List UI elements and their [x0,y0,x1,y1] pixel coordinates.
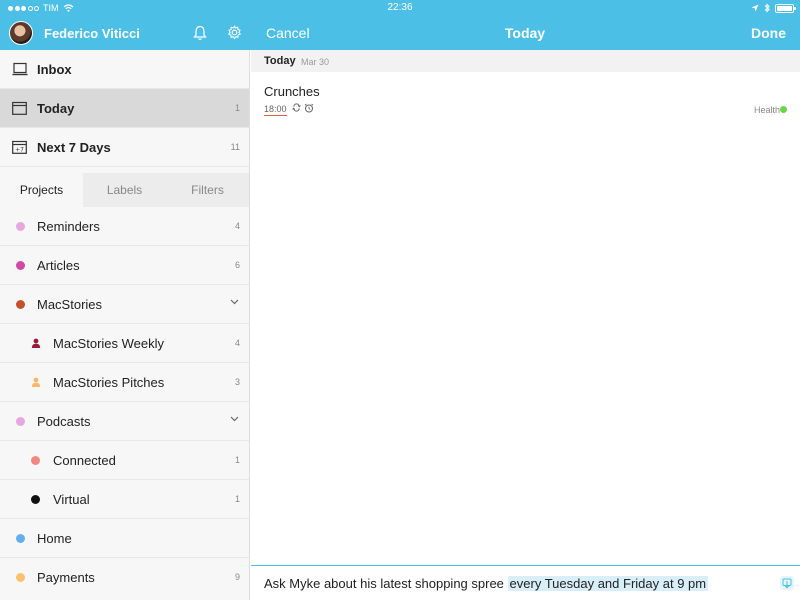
person-icon [31,338,41,348]
sidebar-item-label: Today [37,101,75,116]
main-pane: Today Mar 30 Crunches 18:00 Health Ask M… [251,50,800,600]
sidebar-header: Federico Viticci [0,16,250,50]
project-item-payments[interactable]: Payments 9 [0,558,249,597]
project-color-dot [31,495,40,504]
project-color-dot [16,261,25,270]
project-label: Home [37,531,72,546]
section-date: Mar 30 [301,57,330,67]
alarm-icon [304,103,314,113]
project-count: 4 [234,221,240,231]
chevron-down-icon[interactable] [230,299,239,305]
project-count: 3 [234,377,240,387]
task-meta-icons [292,103,314,113]
project-label: MacStories Weekly [53,336,165,351]
project-count: 1 [234,455,240,465]
input-text: Ask Myke about his latest shopping spree [264,576,504,591]
project-count: 6 [234,260,240,270]
project-label: MacStories Pitches [53,375,165,390]
repeat-icon [292,103,301,112]
project-item-connected[interactable]: Connected 1 [0,441,249,480]
task-time: 18:00 [264,104,287,116]
project-color-dot [16,417,25,426]
status-time: 22:36 [387,2,413,13]
project-item-articles[interactable]: Articles 6 [0,246,249,285]
tab-projects[interactable]: Projects [0,173,83,207]
bluetooth-icon [764,3,770,13]
status-right [751,3,796,13]
cancel-button[interactable]: Cancel [266,25,310,41]
submit-icon [782,578,792,589]
status-bar: TIM 22:36 [0,0,800,16]
project-color-dot [31,456,40,465]
gear-icon[interactable] [227,25,242,40]
calendar-plus7-icon: +7 [12,140,27,154]
battery-icon [775,3,796,13]
project-label: Virtual [53,492,90,507]
sidebar-item-label: Next 7 Days [37,140,111,155]
project-label: Podcasts [37,414,91,429]
user-name: Federico Viticci [44,26,140,41]
svg-text:+7: +7 [15,147,24,154]
sidebar: Inbox Today 1 +7 Next 7 Days 11 Projects… [0,50,250,600]
project-label: Articles [37,258,80,273]
sidebar-item-label: Inbox [37,62,72,77]
chevron-down-icon[interactable] [230,416,239,422]
project-color-dot [16,573,25,582]
project-item-macstories-weekly[interactable]: MacStories Weekly 4 [0,324,249,363]
project-label: MacStories [37,297,103,312]
sidebar-item-inbox[interactable]: Inbox [0,50,249,89]
project-color-dot [16,534,25,543]
project-item-macstories-pitches[interactable]: MacStories Pitches 3 [0,363,249,402]
item-count: 1 [234,103,240,113]
avatar[interactable] [9,21,33,45]
page-title: Today [504,25,546,41]
sidebar-tabs: Projects Labels Filters [0,173,249,207]
project-count: 1 [234,494,240,504]
project-item-virtual[interactable]: Virtual 1 [0,480,249,519]
project-color-dot [16,300,25,309]
task-input[interactable]: Ask Myke about his latest shopping spree… [264,576,709,591]
inbox-icon [12,62,28,76]
person-icon [31,377,41,387]
done-button[interactable]: Done [751,25,786,41]
sidebar-item-today[interactable]: Today 1 [0,89,249,128]
project-item-home[interactable]: Home [0,519,249,558]
project-item-podcasts[interactable]: Podcasts [0,402,249,441]
project-item-macstories[interactable]: MacStories [0,285,249,324]
project-label: Connected [53,453,116,468]
sidebar-item-next-7-days[interactable]: +7 Next 7 Days 11 [0,128,249,167]
date-highlight: every Tuesday and Friday at 9 pm [507,576,709,591]
top-bar: TIM 22:36 Federico Viticci Cancel Today … [0,0,800,50]
location-icon [751,4,759,12]
section-header: Today Mar 30 [251,50,800,72]
bell-icon[interactable] [193,25,207,41]
project-label: Reminders [37,219,100,234]
item-count: 11 [230,142,240,152]
project-label: Payments [37,570,95,585]
tab-filters[interactable]: Filters [166,173,249,207]
project-count: 4 [234,338,240,348]
quick-add-bar[interactable]: Ask Myke about his latest shopping spree… [251,565,800,600]
app-window: TIM 22:36 Federico Viticci Cancel Today … [0,0,800,600]
tab-labels[interactable]: Labels [83,173,166,207]
project-color-dot [16,222,25,231]
section-title: Today [264,55,296,67]
project-count: 9 [234,572,240,582]
submit-button[interactable] [780,576,794,590]
label-color-dot [780,106,787,113]
project-item-reminders[interactable]: Reminders 4 [0,207,249,246]
task-title[interactable]: Crunches [264,84,320,99]
calendar-icon [12,101,27,115]
task-label[interactable]: Health [754,105,780,115]
